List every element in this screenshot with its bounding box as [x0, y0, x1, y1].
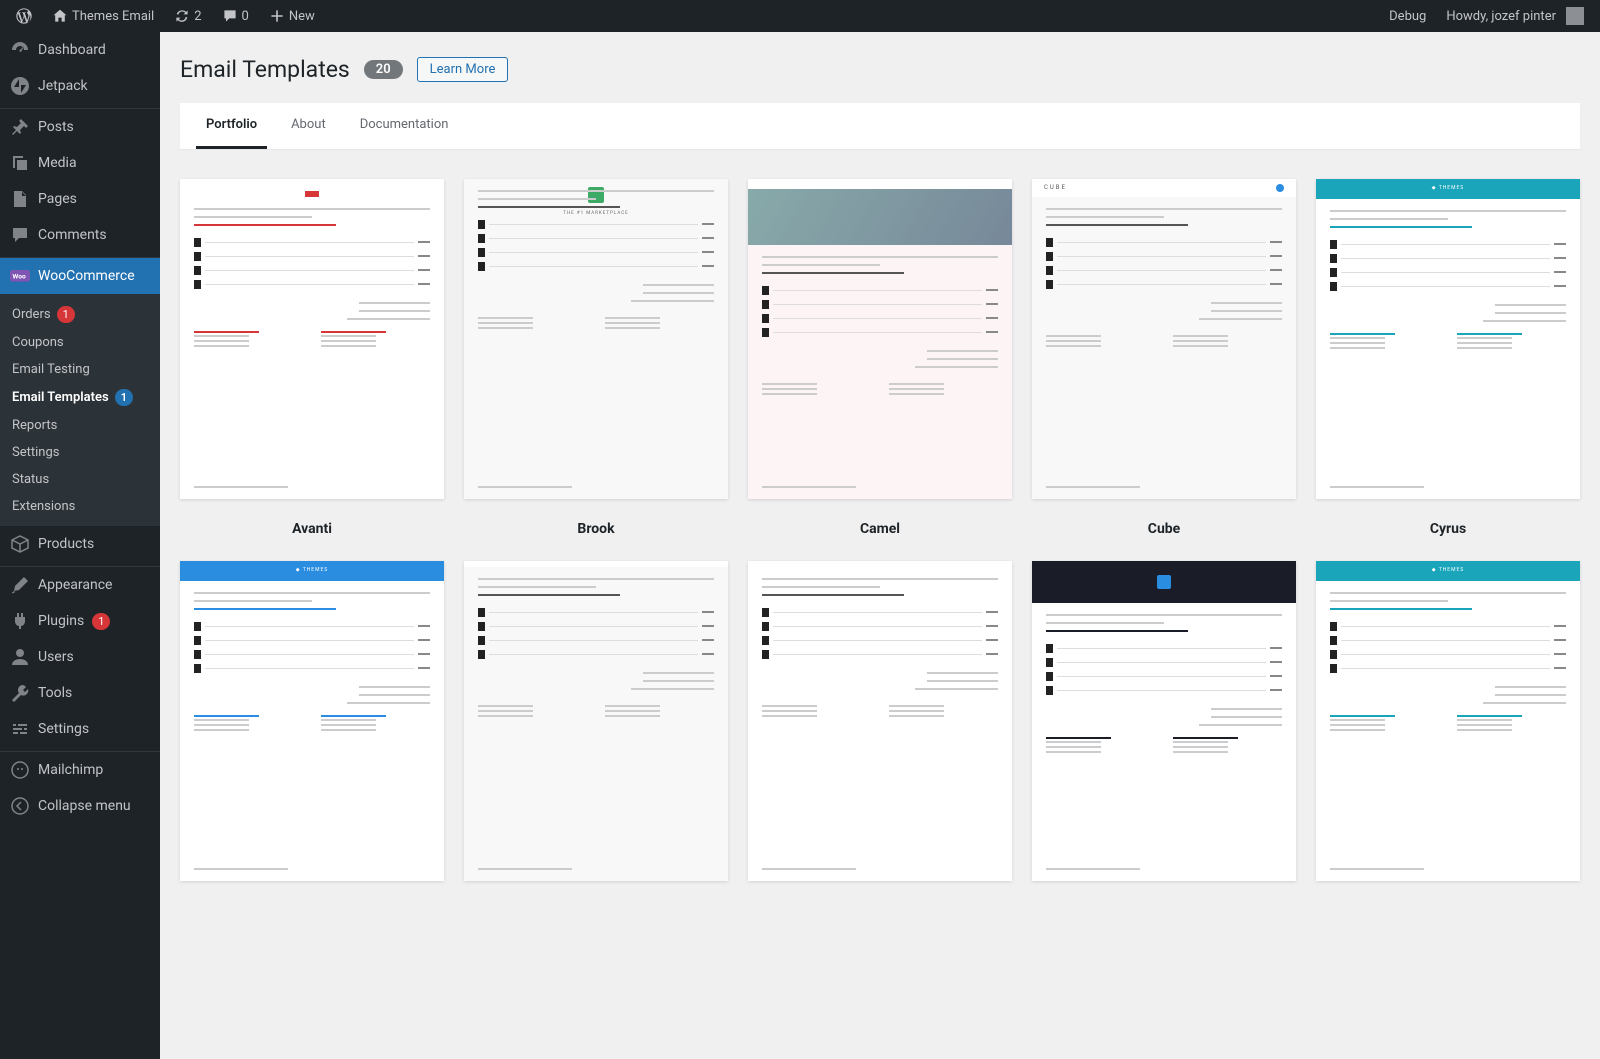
avatar: [1566, 7, 1584, 25]
template-thumbnail[interactable]: [180, 179, 444, 499]
admin-toolbar: Themes Email 2 0 New Debug Howdy, jozef …: [0, 0, 1600, 32]
template-card: Avanti: [180, 179, 444, 537]
template-name: Cyrus: [1316, 521, 1580, 537]
wp-logo[interactable]: [8, 0, 40, 32]
templates-count: 20: [364, 60, 403, 79]
svg-text:Woo: Woo: [13, 272, 26, 280]
learn-more-button[interactable]: Learn More: [417, 57, 509, 82]
collapse-menu[interactable]: Collapse menu: [0, 788, 160, 824]
sub-item-status[interactable]: Status: [0, 466, 160, 493]
howdy-text: Howdy, jozef pinter: [1446, 9, 1556, 24]
pin-icon: [10, 117, 30, 137]
template-name: Brook: [464, 521, 728, 537]
templates-grid: Avanti THE #1 MARKETPLACE: [180, 179, 1580, 881]
tab-portfolio[interactable]: Portfolio: [196, 103, 267, 149]
sub-item-reports[interactable]: Reports: [0, 412, 160, 439]
template-thumbnail[interactable]: [748, 179, 1012, 499]
sub-item-coupons[interactable]: Coupons: [0, 329, 160, 356]
sidebar-item-woocommerce[interactable]: WooWooCommerce: [0, 258, 160, 294]
sidebar-item-plugins[interactable]: Plugins1: [0, 603, 160, 639]
template-card: [464, 561, 728, 881]
comments-icon: [10, 225, 30, 245]
sub-item-email-templates[interactable]: Email Templates1: [0, 383, 160, 412]
sidebar-item-tools[interactable]: Tools: [0, 675, 160, 711]
template-thumbnail[interactable]: ◆ THEMES: [1316, 179, 1580, 499]
brush-icon: [10, 575, 30, 595]
new-content[interactable]: New: [261, 0, 323, 32]
template-card: CUBE Cube: [1032, 179, 1296, 537]
template-thumbnail[interactable]: [464, 561, 728, 881]
sidebar-item-media[interactable]: Media: [0, 145, 160, 181]
content-area: Email Templates 20 Learn More Portfolio …: [160, 0, 1600, 921]
gauge-icon: [10, 40, 30, 60]
box-icon: [10, 534, 30, 554]
template-name: Camel: [748, 521, 1012, 537]
template-thumbnail[interactable]: CUBE: [1032, 179, 1296, 499]
sidebar-item-appearance[interactable]: Appearance: [0, 567, 160, 603]
sidebar-item-mailchimp[interactable]: Mailchimp: [0, 752, 160, 788]
sidebar-item-pages[interactable]: Pages: [0, 181, 160, 217]
jetpack-icon: [10, 76, 30, 96]
wordpress-icon: [16, 8, 32, 24]
page-header: Email Templates 20 Learn More: [180, 42, 1580, 103]
sliders-icon: [10, 719, 30, 739]
sub-item-settings[interactable]: Settings: [0, 439, 160, 466]
template-card: ◆ THEMES: [180, 561, 444, 881]
template-name: Avanti: [180, 521, 444, 537]
sub-item-email-testing[interactable]: Email Testing: [0, 356, 160, 383]
update-icon: [174, 8, 190, 24]
template-thumbnail[interactable]: [1032, 561, 1296, 881]
sidebar-item-users[interactable]: Users: [0, 639, 160, 675]
account-link[interactable]: Howdy, jozef pinter: [1438, 0, 1592, 32]
new-label: New: [289, 9, 315, 24]
sidebar-item-dashboard[interactable]: Dashboard: [0, 32, 160, 68]
tab-documentation[interactable]: Documentation: [350, 103, 459, 149]
page-icon: [10, 189, 30, 209]
debug-link[interactable]: Debug: [1381, 0, 1434, 32]
sub-item-extensions[interactable]: Extensions: [0, 493, 160, 520]
mailchimp-icon: [10, 760, 30, 780]
sidebar-item-settings[interactable]: Settings: [0, 711, 160, 747]
site-name: Themes Email: [72, 9, 154, 24]
template-card: [1032, 561, 1296, 881]
comments-count: 0: [242, 9, 249, 24]
orders-badge: 1: [57, 306, 75, 323]
template-name: Cube: [1032, 521, 1296, 537]
wrench-icon: [10, 683, 30, 703]
template-thumbnail[interactable]: THE #1 MARKETPLACE: [464, 179, 728, 499]
tab-about[interactable]: About: [281, 103, 336, 149]
template-card: THE #1 MARKETPLACE Brook: [464, 179, 728, 537]
sidebar-item-posts[interactable]: Posts: [0, 109, 160, 145]
sub-item-orders[interactable]: Orders1: [0, 300, 160, 329]
sidebar-item-comments[interactable]: Comments: [0, 217, 160, 253]
email-templates-badge: 1: [115, 389, 133, 406]
sidebar-item-products[interactable]: Products: [0, 526, 160, 562]
media-icon: [10, 153, 30, 173]
woocommerce-submenu: Orders1 Coupons Email Testing Email Temp…: [0, 294, 160, 526]
page-title: Email Templates: [180, 56, 350, 83]
woo-icon: Woo: [10, 266, 30, 286]
template-card: [748, 561, 1012, 881]
comment-icon: [222, 8, 238, 24]
template-card: Camel: [748, 179, 1012, 537]
template-card: ◆ THEMES Cyrus: [1316, 179, 1580, 537]
collapse-icon: [10, 796, 30, 816]
plug-icon: [10, 611, 30, 631]
template-thumbnail[interactable]: [748, 561, 1012, 881]
admin-sidebar: Dashboard Jetpack Posts Media Pages Comm…: [0, 32, 160, 1059]
home-icon: [52, 8, 68, 24]
template-card: ◆ THEMES: [1316, 561, 1580, 881]
template-thumbnail[interactable]: ◆ THEMES: [180, 561, 444, 881]
updates-count: 2: [194, 9, 201, 24]
template-thumbnail[interactable]: ◆ THEMES: [1316, 561, 1580, 881]
sidebar-item-jetpack[interactable]: Jetpack: [0, 68, 160, 104]
plus-icon: [269, 8, 285, 24]
comments-link[interactable]: 0: [214, 0, 257, 32]
tabs-bar: Portfolio About Documentation: [180, 103, 1580, 149]
updates-link[interactable]: 2: [166, 0, 209, 32]
user-icon: [10, 647, 30, 667]
site-link[interactable]: Themes Email: [44, 0, 162, 32]
plugins-badge: 1: [92, 613, 110, 630]
